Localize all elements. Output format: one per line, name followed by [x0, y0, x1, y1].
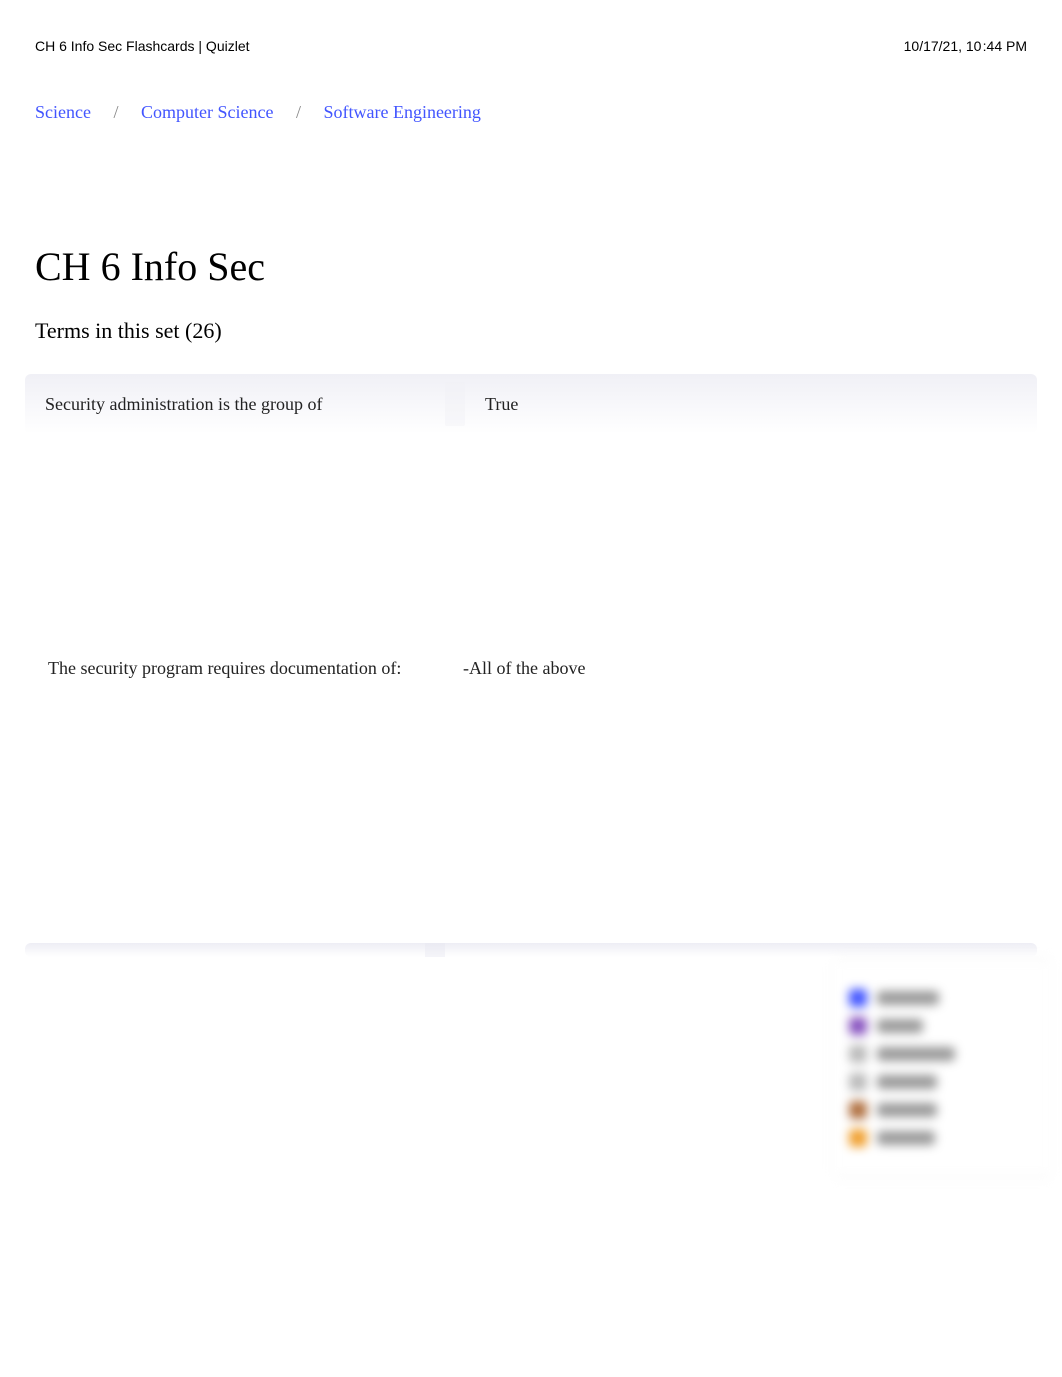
- blurred-item: [849, 1129, 1036, 1147]
- blurred-label: [877, 1131, 935, 1145]
- blurred-label: [877, 991, 939, 1005]
- breadcrumb-link-software-engineering[interactable]: Software Engineering: [323, 102, 480, 122]
- blurred-icon: [849, 989, 867, 1007]
- blurred-item: [849, 1073, 1036, 1091]
- terms-count: Terms in this set (26): [0, 290, 1062, 344]
- card-definition: True: [485, 394, 518, 415]
- blurred-icon: [849, 1129, 867, 1147]
- doc-title: CH 6 Info Sec Flashcards | Quizlet: [35, 38, 250, 54]
- breadcrumb-separator: /: [296, 102, 301, 122]
- blurred-study-panel: [835, 960, 1050, 1176]
- doc-timestamp: 10/17/21, 10 :44 PM: [904, 38, 1027, 54]
- card-divider: [445, 382, 465, 426]
- card-edge: [25, 943, 1037, 957]
- breadcrumb-separator: /: [113, 102, 118, 122]
- print-header: CH 6 Info Sec Flashcards | Quizlet 10/17…: [0, 0, 1062, 54]
- blurred-label: [877, 1019, 923, 1033]
- blurred-item: [849, 989, 1036, 1007]
- flashcard-row: The security program requires documentat…: [48, 654, 1037, 683]
- breadcrumb: Science / Computer Science / Software En…: [0, 54, 1062, 123]
- breadcrumb-link-computer-science[interactable]: Computer Science: [141, 102, 273, 122]
- blurred-item: [849, 1017, 1036, 1035]
- blurred-icon: [849, 1101, 867, 1119]
- blurred-label: [877, 1075, 937, 1089]
- card-term: Security administration is the group of: [45, 394, 445, 415]
- blurred-icon: [849, 1073, 867, 1091]
- page-title: CH 6 Info Sec: [0, 123, 1062, 290]
- blurred-icon: [849, 1017, 867, 1035]
- card-term: The security program requires documentat…: [48, 654, 463, 683]
- blurred-item: [849, 1045, 1036, 1063]
- breadcrumb-link-science[interactable]: Science: [35, 102, 91, 122]
- blurred-label: [877, 1047, 955, 1061]
- card-definition: -All of the above: [463, 654, 585, 683]
- blurred-label: [877, 1103, 937, 1117]
- blurred-item: [849, 1101, 1036, 1119]
- blurred-icon: [849, 1045, 867, 1063]
- flashcard-row: Security administration is the group of …: [25, 374, 1037, 434]
